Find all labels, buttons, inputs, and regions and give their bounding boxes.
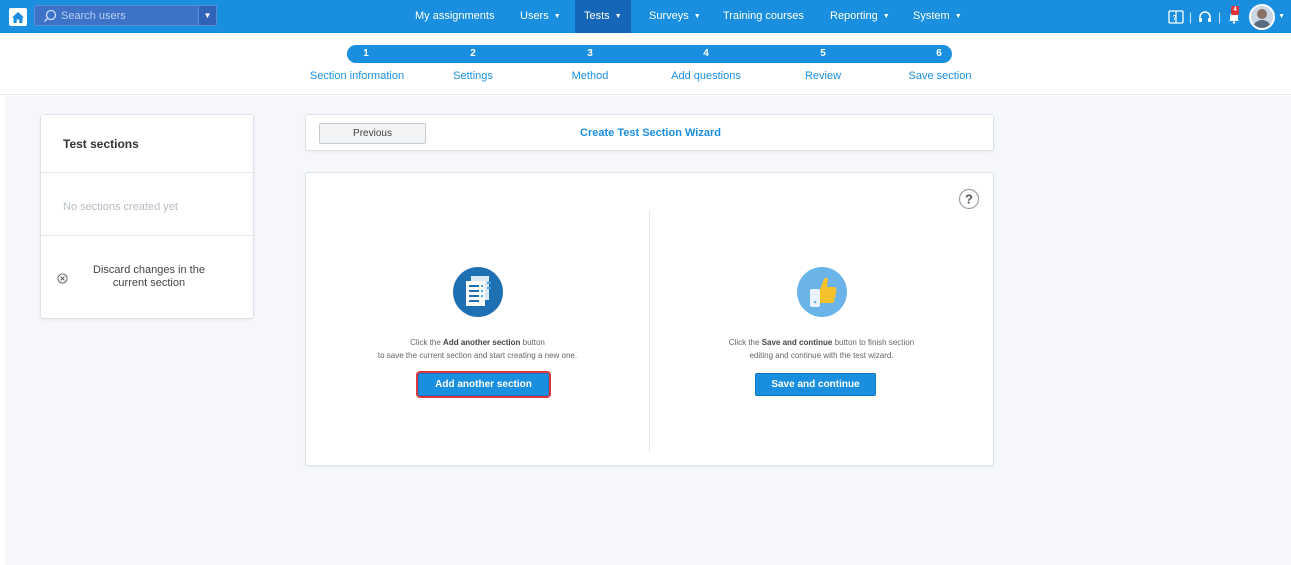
step-number[interactable]: 2 xyxy=(463,45,483,63)
wizard-stepper: 1 2 3 4 5 6 Section information Settings… xyxy=(0,33,1291,95)
stepper-progress-track xyxy=(347,45,952,63)
desc-text: to save the current section and start cr… xyxy=(377,351,578,360)
nav-label: My assignments xyxy=(415,10,495,22)
search-icon xyxy=(44,9,57,22)
nav-reporting[interactable]: Reporting ▼ xyxy=(830,0,890,33)
search-users-input[interactable] xyxy=(61,9,191,22)
nav-training-courses[interactable]: Training courses xyxy=(723,0,804,33)
wizard-title: Create Test Section Wizard xyxy=(580,127,721,139)
step-label-section-information[interactable]: Section information xyxy=(310,70,404,82)
step-number[interactable]: 1 xyxy=(356,45,376,63)
avatar[interactable] xyxy=(1249,3,1276,30)
header-right-icons: ? | | 4 ▼ xyxy=(1167,0,1291,33)
notifications-button[interactable]: 4 xyxy=(1225,5,1243,26)
step-number[interactable]: 4 xyxy=(696,45,716,63)
nav-label: Training courses xyxy=(723,10,804,22)
nav-label: Surveys xyxy=(649,10,689,22)
nav-label: Reporting xyxy=(830,10,878,22)
separator: | xyxy=(1188,9,1192,24)
caret-down-icon: ▼ xyxy=(553,13,561,20)
section-actions-card: ? Click the Add another section button t… xyxy=(305,172,994,466)
caret-down-icon: ▼ xyxy=(614,13,622,20)
step-label-save-section[interactable]: Save section xyxy=(909,70,972,82)
nav-users[interactable]: Users ▼ xyxy=(520,0,561,33)
help-book-button[interactable]: ? xyxy=(1167,8,1185,26)
home-icon xyxy=(12,11,24,23)
nav-system[interactable]: System ▼ xyxy=(913,0,962,33)
close-circle-icon xyxy=(57,273,68,284)
desc-text: button to finish section xyxy=(832,338,915,347)
step-number[interactable]: 3 xyxy=(580,45,600,63)
save-and-continue-description: Click the Save and continue button to fi… xyxy=(650,336,993,362)
step-label-method[interactable]: Method xyxy=(572,70,609,82)
nav-label: Tests xyxy=(584,10,610,22)
step-number[interactable]: 6 xyxy=(929,45,949,63)
caret-down-icon: ▼ xyxy=(954,13,962,20)
save-and-continue-column: Click the Save and continue button to fi… xyxy=(650,173,993,467)
svg-text:?: ? xyxy=(1172,15,1176,22)
chevron-down-icon[interactable]: ▼ xyxy=(1278,13,1285,20)
notification-count-badge: 4 xyxy=(1231,5,1240,15)
caret-down-icon: ▼ xyxy=(693,13,701,20)
add-another-section-button[interactable]: Add another section xyxy=(416,371,551,398)
nav-tests[interactable]: Tests ▼ xyxy=(575,0,631,33)
top-navigation-bar: ▼ My assignments Users▼ Tests▼ Surveys▼ … xyxy=(0,0,1291,33)
desc-text: button xyxy=(520,338,545,347)
headset-icon xyxy=(1198,10,1211,22)
book-icon: ? xyxy=(1168,9,1184,24)
desc-bold-text: Save and continue xyxy=(761,338,833,347)
divider xyxy=(41,172,253,173)
discard-changes-label: Discard changes in the current section xyxy=(93,264,205,289)
divider xyxy=(41,235,253,236)
wizard-header: Previous Create Test Section Wizard xyxy=(305,114,994,151)
user-photo-icon xyxy=(1253,8,1272,28)
document-list-icon xyxy=(452,267,503,317)
add-another-section-column: Click the Add another section button to … xyxy=(306,173,649,467)
save-and-continue-button[interactable]: Save and continue xyxy=(755,373,876,396)
home-button[interactable] xyxy=(9,8,27,26)
desc-bold-text: Add another section xyxy=(443,338,521,347)
discard-changes-button[interactable]: Discard changes in the current section xyxy=(57,264,237,290)
nav-label: Users xyxy=(520,10,549,22)
step-label-settings[interactable]: Settings xyxy=(453,70,493,82)
desc-text: editing and continue with the test wizar… xyxy=(749,351,894,360)
support-button[interactable] xyxy=(1196,8,1214,26)
chevron-down-icon: ▼ xyxy=(203,11,212,20)
step-label-add-questions[interactable]: Add questions xyxy=(671,70,741,82)
empty-sections-text: No sections created yet xyxy=(63,201,178,213)
nav-my-assignments[interactable]: My assignments xyxy=(415,0,494,33)
step-label-review[interactable]: Review xyxy=(805,70,841,82)
separator: | xyxy=(1217,9,1222,24)
desc-text: Click the xyxy=(728,338,762,347)
panel-title: Test sections xyxy=(63,137,139,151)
search-dropdown-button[interactable]: ▼ xyxy=(198,6,216,25)
search-users-box[interactable]: ▼ xyxy=(34,5,217,26)
thumbs-up-icon xyxy=(796,267,847,317)
test-sections-panel: Test sections No sections created yet Di… xyxy=(40,114,254,319)
desc-text: Click the xyxy=(410,338,444,347)
step-number[interactable]: 5 xyxy=(813,45,833,63)
nav-surveys[interactable]: Surveys ▼ xyxy=(649,0,701,33)
add-another-section-description: Click the Add another section button to … xyxy=(306,336,649,362)
nav-label: System xyxy=(913,10,950,22)
caret-down-icon: ▼ xyxy=(882,13,890,20)
